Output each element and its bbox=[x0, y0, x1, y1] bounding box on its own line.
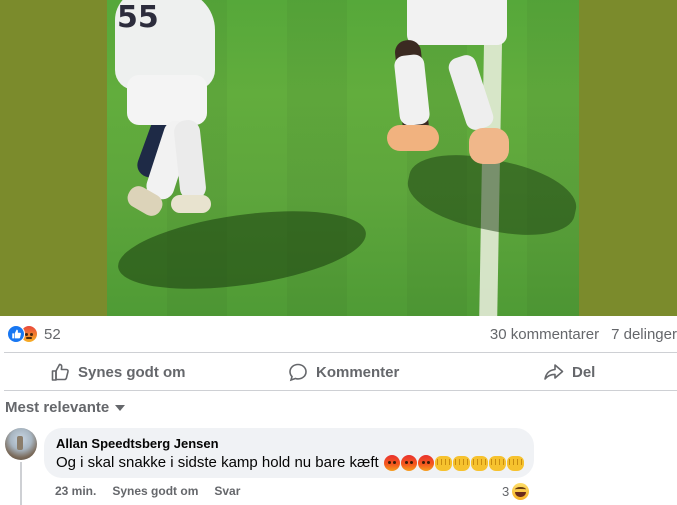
player-shorts bbox=[127, 75, 207, 125]
comment-button[interactable]: Kommenter bbox=[288, 354, 399, 390]
share-arrow-icon bbox=[544, 364, 564, 380]
share-button-label: Del bbox=[572, 363, 596, 381]
player-shoe bbox=[171, 195, 211, 213]
thread-line bbox=[20, 462, 22, 505]
share-button[interactable]: Del bbox=[543, 354, 595, 390]
comments-count-link[interactable]: 30 kommentarer bbox=[490, 326, 599, 343]
comment-reactions[interactable]: 3 bbox=[502, 483, 530, 500]
player-shoe bbox=[387, 125, 439, 151]
player-shorts bbox=[407, 0, 507, 45]
caret-down-icon bbox=[115, 405, 126, 411]
comment-body: Og i skal snakke i sidste kamp hold nu b… bbox=[56, 453, 524, 473]
like-icon bbox=[7, 325, 25, 343]
thumbs-up-icon bbox=[51, 363, 69, 381]
post-stats: 52 30 kommentarer 7 delinger bbox=[0, 316, 677, 352]
fist-icon bbox=[470, 456, 488, 471]
fist-icon bbox=[452, 456, 470, 471]
like-button[interactable]: Synes godt om bbox=[50, 354, 186, 390]
angry-face-icon bbox=[383, 455, 400, 471]
reaction-icons bbox=[7, 325, 38, 343]
reaction-summary[interactable]: 52 bbox=[7, 325, 61, 343]
comment-text: Og i skal snakke i sidste kamp hold nu b… bbox=[56, 454, 379, 471]
divider bbox=[4, 390, 677, 391]
fist-icon bbox=[506, 456, 524, 471]
comment-reply-button[interactable]: Svar bbox=[214, 484, 240, 498]
laughing-face-icon bbox=[512, 483, 530, 500]
comment-sort-label: Mest relevante bbox=[5, 398, 110, 416]
post-video[interactable]: 55 bbox=[107, 0, 579, 316]
post-actions: Synes godt om Kommenter Del bbox=[0, 354, 677, 390]
fist-icon bbox=[434, 456, 452, 471]
angry-face-icon bbox=[400, 455, 417, 471]
player-shoe bbox=[469, 128, 509, 164]
comment-button-label: Kommenter bbox=[316, 363, 400, 381]
divider bbox=[4, 352, 677, 353]
comment-sort-dropdown[interactable]: Mest relevante bbox=[5, 396, 126, 418]
comment-reaction-count: 3 bbox=[502, 484, 510, 499]
speech-bubble-icon bbox=[289, 363, 307, 382]
shares-count-link[interactable]: 7 delinger bbox=[611, 326, 677, 343]
comment-meta: 23 min. Synes godt om Svar bbox=[55, 484, 240, 498]
comment-like-button[interactable]: Synes godt om bbox=[112, 484, 198, 498]
jersey-number: 55 bbox=[117, 0, 159, 35]
engagement-counts: 30 kommentarer 7 delinger bbox=[490, 326, 677, 343]
angry-face-icon bbox=[417, 455, 434, 471]
post-media[interactable]: 55 bbox=[0, 0, 677, 316]
like-button-label: Synes godt om bbox=[78, 363, 186, 381]
comment-timestamp[interactable]: 23 min. bbox=[55, 484, 96, 498]
comment-author[interactable]: Allan Speedtsberg Jensen bbox=[56, 436, 522, 452]
avatar[interactable] bbox=[5, 428, 37, 460]
comment-emojis bbox=[383, 455, 524, 471]
fist-icon bbox=[488, 456, 506, 471]
comment-bubble: Allan Speedtsberg Jensen Og i skal snakk… bbox=[44, 428, 534, 478]
reaction-count: 52 bbox=[44, 325, 61, 343]
